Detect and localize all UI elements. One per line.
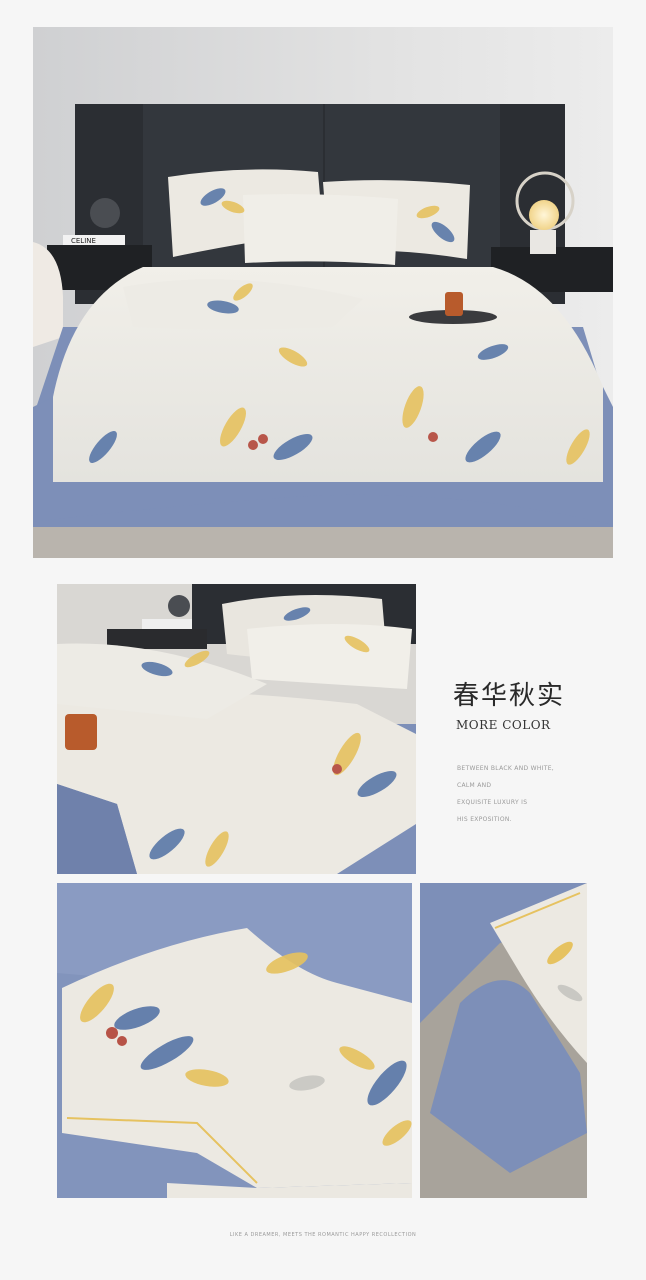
sheet-corner-photo — [420, 883, 587, 1198]
hero-bedroom-photo: CELINE — [33, 27, 613, 558]
description-block: BETWEEN BLACK AND WHITE, CALM AND EXQUIS… — [457, 760, 554, 828]
pillow-closeup-photo — [57, 883, 412, 1198]
collection-title: 春华秋实 — [453, 681, 566, 711]
description-line: EXQUISITE LUXURY IS — [457, 799, 528, 806]
footer-caption: LIKE A DREAMER, MEETS THE ROMANTIC HAPPY… — [229, 1232, 417, 1238]
bedding-corner-photo — [57, 584, 416, 874]
description-line: BETWEEN BLACK AND WHITE, — [457, 765, 555, 772]
book-label: CELINE — [71, 237, 96, 245]
description-line: HIS EXPOSITION. — [457, 816, 512, 823]
collection-subtitle: MORE COLOR — [456, 718, 551, 732]
description-line: CALM AND — [457, 782, 492, 789]
